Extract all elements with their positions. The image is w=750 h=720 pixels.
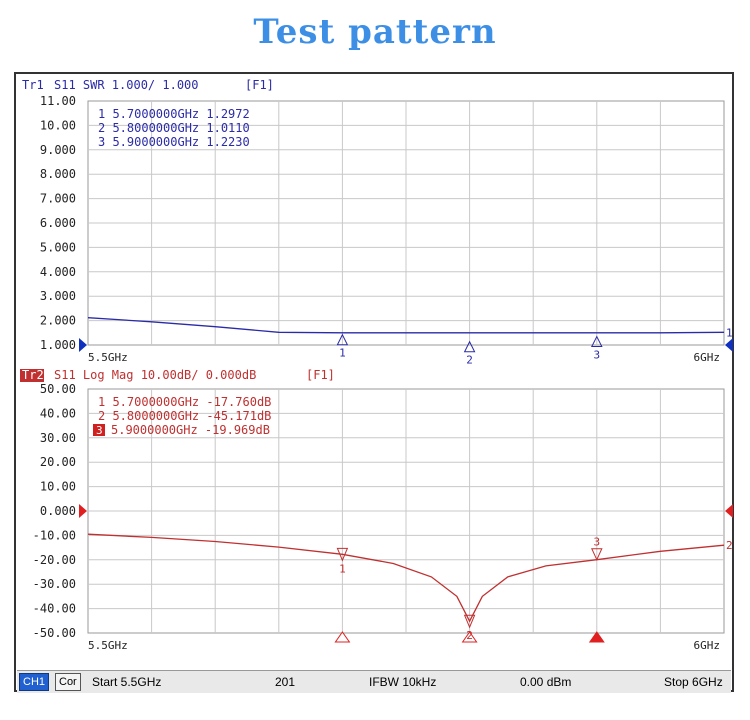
trace-header: S11 SWR 1.000/ 1.000 — [54, 78, 199, 92]
y-tick-label: -20.00 — [33, 553, 76, 567]
reference-arrow-right — [725, 504, 733, 518]
stop-frequency: Stop 6GHz — [664, 675, 723, 689]
chart-area: 11.00 10.00 9.000 8.000 7.000 6.000 5.000 4.000… — [20, 78, 733, 652]
marker-id: 1 — [339, 347, 346, 360]
trace-label: Tr1 — [22, 78, 44, 92]
y-tick-label: 0.000 — [40, 504, 76, 518]
x-start-label: 5.5GHz — [88, 639, 128, 652]
y-tick-label: 6.000 — [40, 216, 76, 230]
status-bar: CH1 Cor Start 5.5GHz 201 IFBW 10kHz 0.00… — [17, 670, 731, 693]
reference-arrow-left — [79, 504, 87, 518]
channel-tag: [F1] — [245, 78, 274, 92]
marker-readout: 1 5.7000000GHz -17.760dB — [98, 395, 271, 409]
channel-tag: [F1] — [306, 368, 335, 382]
y-tick-label: 9.000 — [40, 143, 76, 157]
marker-id: 3 — [593, 349, 600, 362]
reference-arrow-right — [725, 338, 733, 352]
y-tick-label: 8.000 — [40, 167, 76, 181]
channel-button[interactable]: CH1 — [19, 673, 50, 691]
x-stop-label: 6GHz — [694, 639, 721, 652]
x-start-label: 5.5GHz — [88, 351, 128, 364]
y-tick-label: 3.000 — [40, 289, 76, 303]
trace-header: S11 Log Mag 10.00dB/ 0.000dB — [54, 368, 256, 382]
active-marker-id: 3 — [96, 424, 103, 437]
start-frequency: Start 5.5GHz — [92, 675, 162, 689]
point-count: 201 — [275, 675, 296, 689]
source-power: 0.00 dBm — [520, 675, 572, 689]
y-tick-label: -30.00 — [33, 577, 76, 591]
y-tick-label: 4.000 — [40, 265, 76, 279]
trace-end-label: 1 — [726, 326, 733, 339]
trace-end-label: 2 — [726, 539, 733, 552]
y-tick-label: -50.00 — [33, 626, 76, 640]
y-tick-label: 50.00 — [40, 382, 76, 396]
y-tick-label: 40.00 — [40, 406, 76, 420]
marker-readout: 5.9000000GHz -19.969dB — [111, 423, 270, 437]
trace-label: Tr2 — [22, 368, 44, 382]
reference-arrow-left — [79, 338, 87, 352]
y-tick-label: 7.000 — [40, 192, 76, 206]
marker-readout: 1 5.7000000GHz 1.2972 — [98, 107, 250, 121]
marker-id: 2 — [466, 354, 473, 367]
y-tick-label: 10.00 — [40, 480, 76, 494]
marker-readout: 2 5.8000000GHz -45.171dB — [98, 409, 271, 423]
y-tick-label: -40.00 — [33, 602, 76, 616]
y-tick-label: 11.00 — [40, 94, 76, 108]
y-tick-label: 20.00 — [40, 455, 76, 469]
x-stop-label: 6GHz — [694, 351, 721, 364]
y-tick-label: 5.000 — [40, 240, 76, 254]
y-tick-label: 1.000 — [40, 338, 76, 352]
correction-button[interactable]: Cor — [55, 673, 81, 691]
marker-readout: 3 5.9000000GHz 1.2230 — [98, 135, 250, 149]
y-tick-label: 30.00 — [40, 431, 76, 445]
marker-id: 1 — [339, 562, 346, 575]
if-bandwidth: IFBW 10kHz — [369, 675, 437, 689]
marker-readout: 2 5.8000000GHz 1.0110 — [98, 121, 250, 135]
y-tick-label: 10.00 — [40, 118, 76, 132]
marker-id: 3 — [593, 536, 600, 549]
y-tick-label: 2.000 — [40, 314, 76, 328]
y-tick-label: -10.00 — [33, 528, 76, 542]
